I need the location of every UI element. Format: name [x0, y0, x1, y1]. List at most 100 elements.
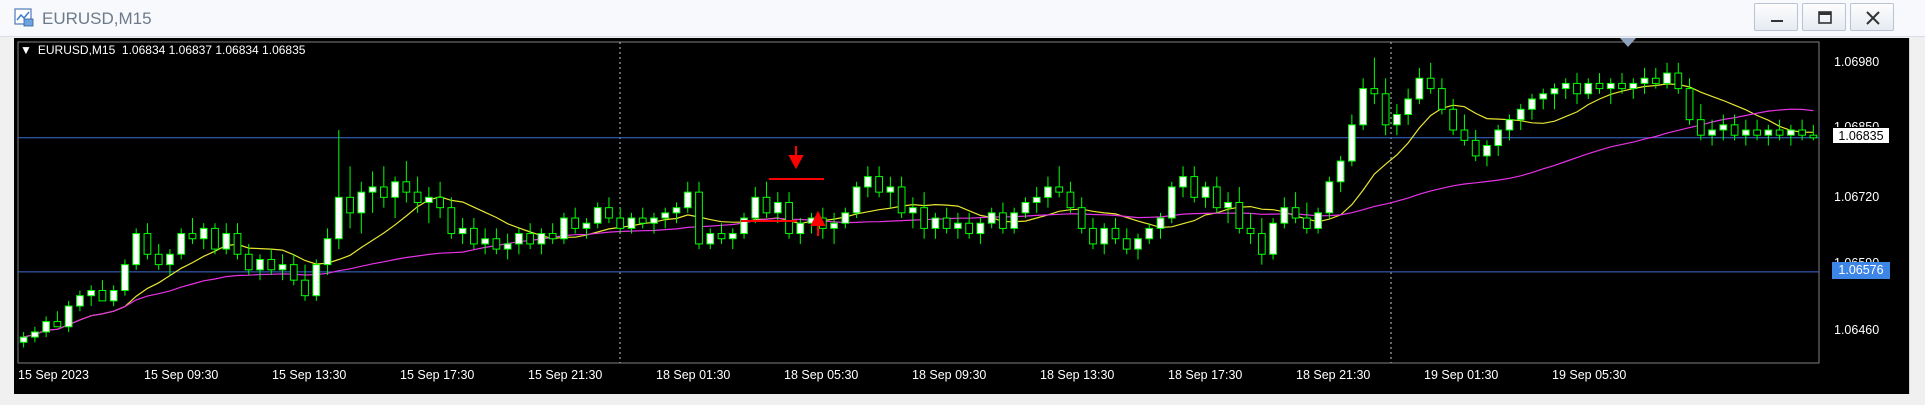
candle-body — [605, 207, 613, 219]
candle-body — [1606, 82, 1615, 90]
candle-body — [875, 176, 883, 193]
symbol-label: EURUSD,M15 — [37, 43, 116, 57]
candle-body — [1336, 160, 1345, 183]
arrow-down-icon — [788, 146, 804, 170]
candle-body — [627, 217, 636, 229]
candle-body — [458, 227, 467, 235]
close-icon — [1866, 11, 1880, 25]
x-tick-label: 18 Sep 21:30 — [1296, 368, 1371, 382]
candle-body — [1753, 129, 1761, 136]
candle-body — [222, 233, 231, 250]
chart-window: EURUSD,M15 ▼ EURUSD,M15 1.06834 1.06837 1… — [0, 0, 1925, 405]
candle-body — [402, 181, 411, 193]
right-panel-edge — [1909, 38, 1925, 394]
candle-body — [64, 305, 73, 328]
candle-body — [166, 253, 174, 266]
candle-body — [751, 196, 760, 219]
chart-shift-marker-icon[interactable] — [1620, 38, 1636, 47]
candle-body — [1291, 207, 1300, 219]
candle-body — [1089, 227, 1097, 245]
candle-body — [1190, 176, 1199, 198]
candle-body — [233, 233, 242, 255]
candle-body — [481, 238, 490, 245]
candle-body — [447, 207, 456, 235]
candle-body — [785, 202, 793, 235]
candle-body — [582, 222, 591, 229]
candle-body — [1730, 124, 1739, 136]
candle-body — [1100, 227, 1109, 245]
x-tick-label: 18 Sep 01:30 — [656, 368, 731, 382]
candle-body — [1708, 129, 1716, 136]
close-button[interactable] — [1850, 3, 1894, 31]
minimize-button[interactable] — [1754, 3, 1798, 31]
candle-body — [76, 295, 84, 307]
candle-body — [1618, 82, 1626, 90]
candle-body — [188, 233, 197, 240]
horizontal-line-price-tag[interactable]: 1.06576 — [1832, 262, 1890, 279]
candle-body — [503, 243, 512, 250]
candle-body — [863, 176, 872, 188]
candle-body — [1505, 119, 1514, 131]
candle-body — [683, 191, 692, 209]
candle-body — [1224, 202, 1232, 209]
candle-body — [199, 227, 208, 240]
candle-body — [334, 196, 343, 240]
price-chart[interactable] — [14, 38, 1909, 394]
candle-body — [1347, 124, 1356, 162]
candle-body — [1685, 88, 1694, 121]
candle-body — [1651, 77, 1660, 84]
candle-body — [841, 212, 850, 224]
candle-body — [1280, 207, 1289, 224]
candle-body — [1798, 129, 1806, 136]
maximize-button[interactable] — [1802, 3, 1846, 31]
triangle-down-icon[interactable]: ▼ — [20, 43, 32, 57]
minimize-icon — [1771, 20, 1783, 22]
candle-body — [368, 186, 377, 193]
candle-body — [999, 212, 1007, 229]
candle-body — [379, 186, 388, 198]
candle-body — [706, 233, 715, 245]
candle-body — [1764, 129, 1773, 136]
candle-body — [109, 290, 118, 302]
candle-body — [526, 233, 535, 245]
candle-body — [1167, 186, 1176, 219]
current-price-tag: 1.06835 — [1832, 127, 1890, 144]
x-tick-label: 18 Sep 05:30 — [784, 368, 859, 382]
candle-body — [886, 186, 895, 193]
candle-body — [616, 217, 625, 229]
candle-body — [346, 196, 354, 214]
candle-body — [1077, 207, 1086, 229]
candle-body — [830, 222, 838, 229]
x-tick-label: 15 Sep 13:30 — [272, 368, 347, 382]
candle-body — [987, 212, 996, 224]
candle-body — [1370, 88, 1379, 95]
candle-body — [289, 264, 298, 281]
candle-body — [1629, 82, 1638, 90]
x-tick-label: 18 Sep 13:30 — [1040, 368, 1115, 382]
symbol-info: ▼ EURUSD,M15 1.06834 1.06837 1.06834 1.06… — [20, 43, 305, 57]
candle-body — [470, 227, 478, 245]
candle-body — [976, 222, 985, 235]
candle-body — [1528, 98, 1536, 110]
candle-body — [661, 212, 670, 219]
candle-body — [942, 217, 951, 229]
candle-body — [931, 217, 940, 229]
candle-body — [1483, 145, 1491, 157]
title-bar[interactable]: EURUSD,M15 — [0, 0, 1925, 37]
candle-body — [695, 191, 703, 245]
candle-body — [1438, 88, 1446, 110]
candle-body — [1122, 238, 1131, 250]
candle-body — [323, 238, 332, 266]
candle-body — [436, 196, 444, 209]
candle-body — [773, 202, 782, 214]
candle-body — [954, 222, 962, 229]
candle-body — [1640, 77, 1649, 84]
arrow-up-icon — [810, 210, 826, 236]
chart-canvas[interactable] — [14, 38, 1909, 394]
candle-body — [852, 186, 861, 214]
candle-body — [965, 222, 974, 235]
x-tick-label: 15 Sep 17:30 — [400, 368, 475, 382]
x-tick-label: 15 Sep 21:30 — [528, 368, 603, 382]
candle-body — [908, 207, 917, 214]
candle-body — [1539, 93, 1548, 100]
